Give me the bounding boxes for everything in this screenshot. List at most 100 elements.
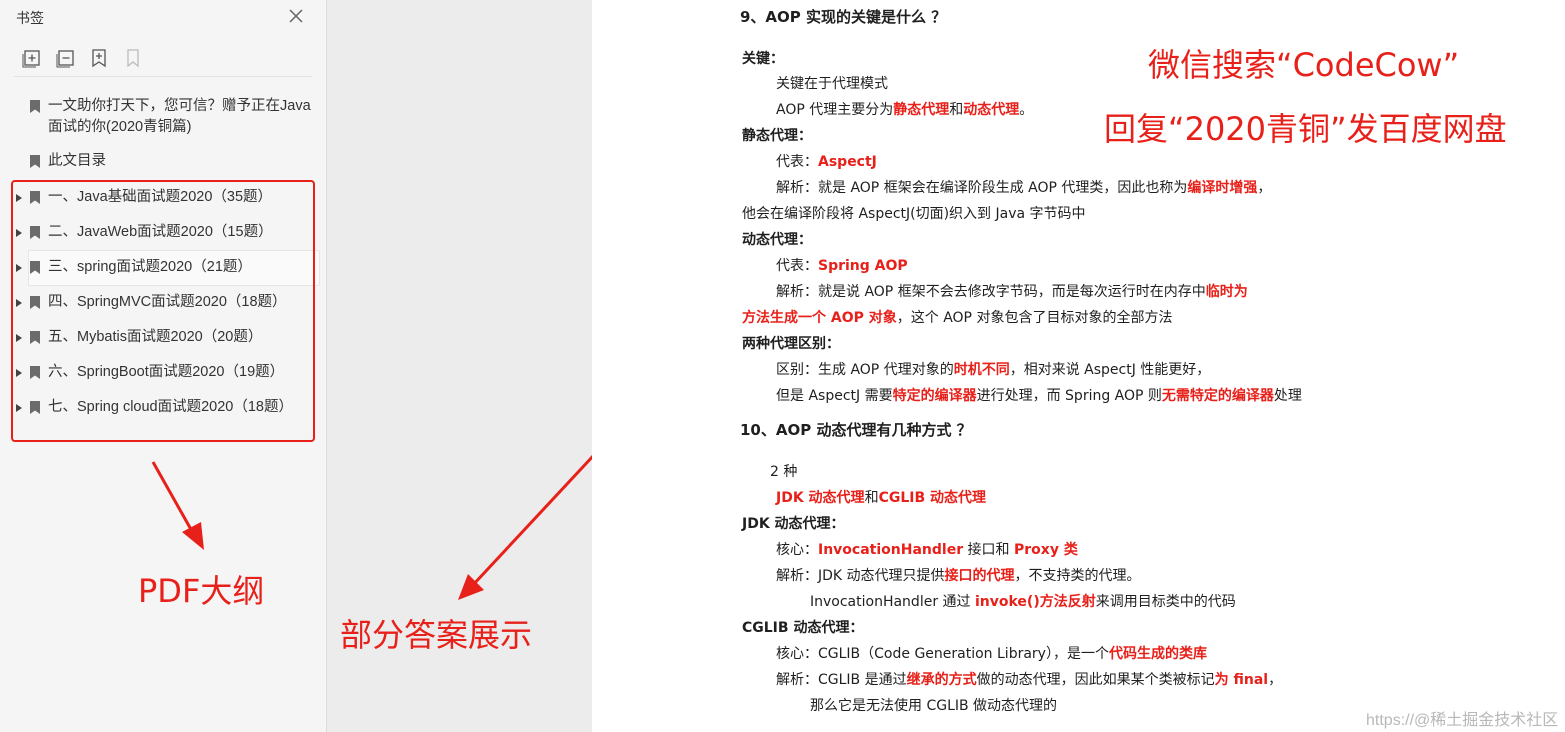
highlight-text: 接口的代理	[944, 568, 1015, 584]
toolbar-divider	[14, 76, 312, 77]
document-line: 代表：Spring AOP	[776, 255, 908, 275]
line-text: 来调用目标类中的代码	[1095, 594, 1236, 610]
collapse-all-icon[interactable]	[56, 48, 76, 68]
document-line: 核心：InvocationHandler 接口和 Proxy 类	[776, 539, 1078, 559]
highlight-text: 代码生成的类库	[1108, 646, 1207, 662]
line-text: 2 种	[770, 464, 798, 480]
line-text: 动态代理：	[742, 232, 812, 248]
document-line: 解析：JDK 动态代理只提供接口的代理，不支持类的代理。	[776, 565, 1141, 585]
line-text: 10、AOP 动态代理有几种方式 ？	[740, 421, 972, 439]
line-text: 解析：CGLIB 是通过	[776, 672, 907, 688]
outline-highlight-box	[11, 180, 315, 442]
bookmark-icon[interactable]	[123, 48, 143, 68]
line-text: 解析：就是说 AOP 框架不会去修改字节码，而是每次运行时在内存中	[776, 284, 1206, 300]
document-line: 动态代理：	[742, 229, 812, 249]
document-line: JDK 动态代理：	[742, 513, 845, 533]
document-line: 10、AOP 动态代理有几种方式 ？	[740, 419, 972, 440]
line-text: 代表：	[776, 154, 818, 170]
document-line: 解析：就是 AOP 框架会在编译阶段生成 AOP 代理类，因此也称为编译时增强，	[776, 177, 1271, 197]
document-line: 两种代理区别：	[742, 333, 840, 353]
line-text: 和	[949, 102, 964, 118]
line-text: 核心：	[776, 542, 818, 558]
bookmark-flag-icon	[30, 100, 40, 113]
close-icon[interactable]	[286, 6, 306, 26]
line-text: 9、AOP 实现的关键是什么 ？	[740, 8, 947, 26]
highlight-text: 方法生成一个 AOP 对象	[742, 310, 897, 326]
bookmark-label: 此文目录	[48, 153, 106, 169]
highlight-text: 临时为	[1205, 284, 1248, 300]
panel-title: 书签	[16, 10, 44, 26]
highlight-text: 动态代理	[963, 102, 1020, 118]
answers-annotation: 部分答案展示	[340, 616, 533, 654]
document-line: 他会在编译阶段将 AspectJ(切面)织入到 Java 字节码中	[742, 203, 1086, 223]
highlight-text: 静态代理	[893, 102, 950, 118]
line-text: JDK 动态代理：	[742, 516, 845, 532]
highlight-text: 特定的编译器	[892, 388, 977, 404]
highlight-text: CGLIB 动态代理	[878, 490, 987, 506]
add-bookmark-icon[interactable]	[89, 48, 109, 68]
document-line: 核心：CGLIB（Code Generation Library），是一个代码生…	[776, 643, 1207, 663]
watermark: https://@稀土掘金技术社区	[1366, 712, 1559, 729]
highlight-text: JDK 动态代理	[776, 490, 865, 506]
line-text: 那么它是无法使用 CGLIB 做动态代理的	[810, 698, 1058, 714]
highlight-text: 无需特定的编译器	[1161, 388, 1274, 404]
line-text: 和	[864, 490, 879, 506]
bookmark-item[interactable]: 此文目录	[16, 151, 316, 173]
line-text: ，相对来说 AspectJ 性能更好，	[1009, 362, 1211, 378]
document-line: JDK 动态代理和CGLIB 动态代理	[776, 487, 986, 507]
line-text: 他会在编译阶段将 AspectJ(切面)织入到 Java 字节码中	[742, 206, 1086, 222]
line-text: 解析：JDK 动态代理只提供	[776, 568, 945, 584]
line-text: CGLIB 动态代理：	[742, 620, 864, 636]
line-text: ，	[1268, 672, 1283, 688]
line-text: 关键在于代理模式	[776, 76, 888, 92]
wechat-promo-line2: 回复“2020青铜”发百度网盘	[1104, 110, 1507, 148]
line-text: 但是 AspectJ 需要	[776, 388, 893, 404]
line-text: AOP 代理主要分为	[776, 102, 894, 118]
highlight-text: Spring AOP	[818, 258, 908, 274]
document-line: InvocationHandler 通过 invoke()方法反射来调用目标类中…	[810, 591, 1236, 611]
bookmark-panel: 书签 一文助你打天下，您可信？赠予正在Java面试的你(2020青铜篇) 此文目…	[0, 0, 327, 732]
highlight-text: 编译时增强	[1187, 180, 1258, 196]
highlight-text: AspectJ	[818, 154, 877, 170]
highlight-text: InvocationHandler	[818, 542, 964, 558]
line-text: 关键：	[742, 51, 784, 67]
document-line: 静态代理：	[742, 125, 812, 145]
bookmark-item[interactable]: 一文助你打天下，您可信？赠予正在Java面试的你(2020青铜篇)	[16, 96, 316, 140]
document-line: 但是 AspectJ 需要特定的编译器进行处理，而 Spring AOP 则无需…	[776, 385, 1302, 405]
line-text: 处理	[1273, 388, 1302, 404]
line-text: 两种代理区别：	[742, 336, 840, 352]
highlight-text: 为 final	[1214, 672, 1269, 688]
highlight-text: 时机不同	[953, 362, 1010, 378]
document-line: 2 种	[770, 461, 797, 481]
line-text: InvocationHandler 通过	[810, 594, 975, 610]
line-text: ，	[1257, 180, 1272, 196]
document-line: 区别：生成 AOP 代理对象的时机不同，相对来说 AspectJ 性能更好，	[776, 359, 1210, 379]
wechat-promo-line1: 微信搜索“CodeCow”	[1148, 46, 1460, 84]
line-text: 进行处理，而 Spring AOP 则	[976, 388, 1162, 404]
document-line: 解析：就是说 AOP 框架不会去修改字节码，而是每次运行时在内存中临时为	[776, 281, 1248, 301]
document-line: CGLIB 动态代理：	[742, 617, 863, 637]
highlight-text: Proxy 类	[1014, 542, 1078, 558]
document-line: 解析：CGLIB 是通过继承的方式做的动态代理，因此如果某个类被标记为 fina…	[776, 669, 1282, 689]
document-line: 关键：	[742, 48, 784, 68]
bookmark-label: 一文助你打天下，您可信？赠予正在Java面试的你(2020青铜篇)	[48, 98, 311, 135]
line-text: 做的动态代理，因此如果某个类被标记	[976, 672, 1215, 688]
document-line: AOP 代理主要分为静态代理和动态代理。	[776, 99, 1033, 119]
expand-all-icon[interactable]	[22, 48, 42, 68]
document-line: 代表：AspectJ	[776, 151, 877, 171]
line-text: ，这个 AOP 对象包含了目标对象的全部方法	[896, 310, 1173, 326]
line-text: 解析：就是 AOP 框架会在编译阶段生成 AOP 代理类，因此也称为	[776, 180, 1188, 196]
document-line: 方法生成一个 AOP 对象，这个 AOP 对象包含了目标对象的全部方法	[742, 307, 1172, 327]
line-text: 区别：生成 AOP 代理对象的	[776, 362, 954, 378]
document-line: 关键在于代理模式	[776, 73, 888, 93]
highlight-text: 继承的方式	[906, 672, 977, 688]
bookmark-flag-icon	[30, 155, 40, 168]
outline-annotation: PDF大纲	[138, 572, 265, 610]
highlight-text: invoke()方法反射	[974, 594, 1096, 610]
document-line: 那么它是无法使用 CGLIB 做动态代理的	[810, 695, 1057, 715]
line-text: 代表：	[776, 258, 818, 274]
line-text: 核心：CGLIB（Code Generation Library），是一个	[776, 646, 1109, 662]
line-text: 接口和	[963, 542, 1014, 558]
document-line: 9、AOP 实现的关键是什么 ？	[740, 6, 946, 27]
line-text: ，不支持类的代理。	[1014, 568, 1141, 584]
